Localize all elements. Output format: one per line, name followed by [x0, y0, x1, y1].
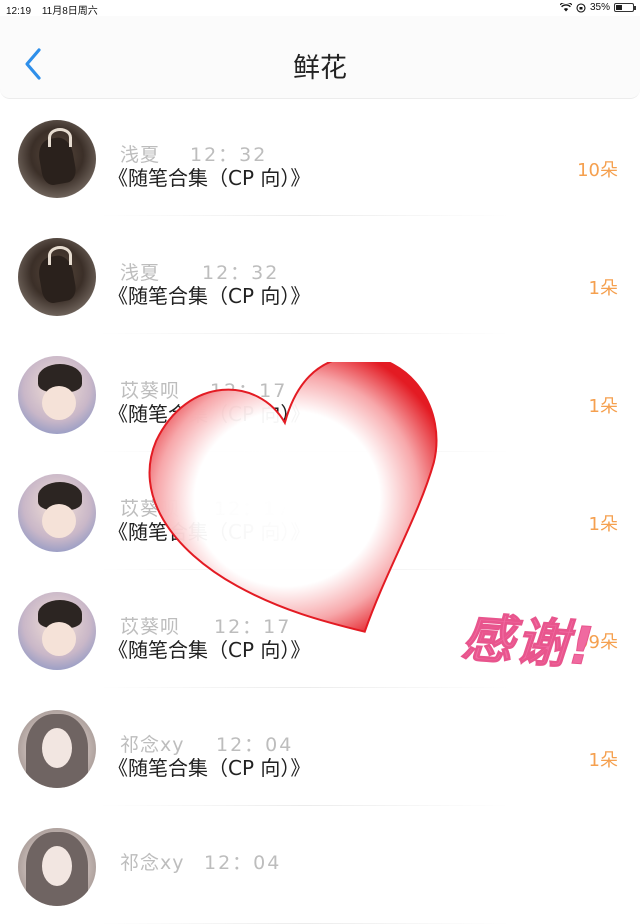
battery-icon: [614, 3, 636, 12]
navigation-bar: 鲜花: [0, 16, 640, 99]
avatar[interactable]: [18, 238, 96, 316]
flower-count: 1朵: [588, 514, 618, 535]
send-time: 12：04: [204, 852, 282, 874]
work-title[interactable]: 《随笔合集（CP 向）》: [108, 280, 310, 309]
avatar[interactable]: [18, 474, 96, 552]
list-item[interactable]: 浅夏 12：32 《随笔合集（CP 向）》 10朵: [0, 98, 640, 216]
work-title[interactable]: 《随笔合集（CP 向）》: [108, 162, 310, 191]
flower-count: 1朵: [588, 750, 618, 771]
sender-name: 祁念xy: [120, 852, 185, 874]
list-item[interactable]: 苡葵呗 12：17 《随笔合集（CP 向）》 1朵: [0, 452, 640, 570]
flower-count: 1朵: [588, 278, 618, 299]
avatar[interactable]: [18, 592, 96, 670]
page-title: 鲜花: [293, 53, 347, 84]
avatar[interactable]: [18, 710, 96, 788]
avatar[interactable]: [18, 828, 96, 906]
battery-percent: 35%: [589, 2, 610, 13]
wifi-icon: [559, 3, 572, 12]
list-item[interactable]: 祁念xy 12：04 《随笔合集（CP 向）》 1朵: [0, 688, 640, 806]
work-title[interactable]: 《随笔合集（CP 向）》: [108, 398, 310, 427]
avatar[interactable]: [18, 120, 96, 198]
status-bar: 12:19 11月8日周六 35%: [0, 0, 640, 17]
avatar[interactable]: [18, 356, 96, 434]
flower-list: 浅夏 12：32 《随笔合集（CP 向）》 10朵 浅夏 12：32 《随笔合集（CP 向）…: [0, 98, 640, 924]
flower-count: 10朵: [577, 160, 618, 181]
flower-count: 1朵: [588, 396, 618, 417]
work-title[interactable]: 《随笔合集（CP 向）》: [108, 516, 310, 545]
work-title[interactable]: 《随笔合集（CP 向）》: [108, 634, 310, 663]
thanks-sticker: 感谢!: [459, 608, 598, 678]
list-item[interactable]: 苡葵呗 12：17 《随笔合集（CP 向）》 1朵: [0, 334, 640, 452]
list-item[interactable]: 祁念xy 12：04: [0, 806, 640, 924]
lock-rotation-icon: [576, 2, 586, 13]
list-item[interactable]: 浅夏 12：32 《随笔合集（CP 向）》 1朵: [0, 216, 640, 334]
work-title[interactable]: 《随笔合集（CP 向）》: [108, 752, 310, 781]
